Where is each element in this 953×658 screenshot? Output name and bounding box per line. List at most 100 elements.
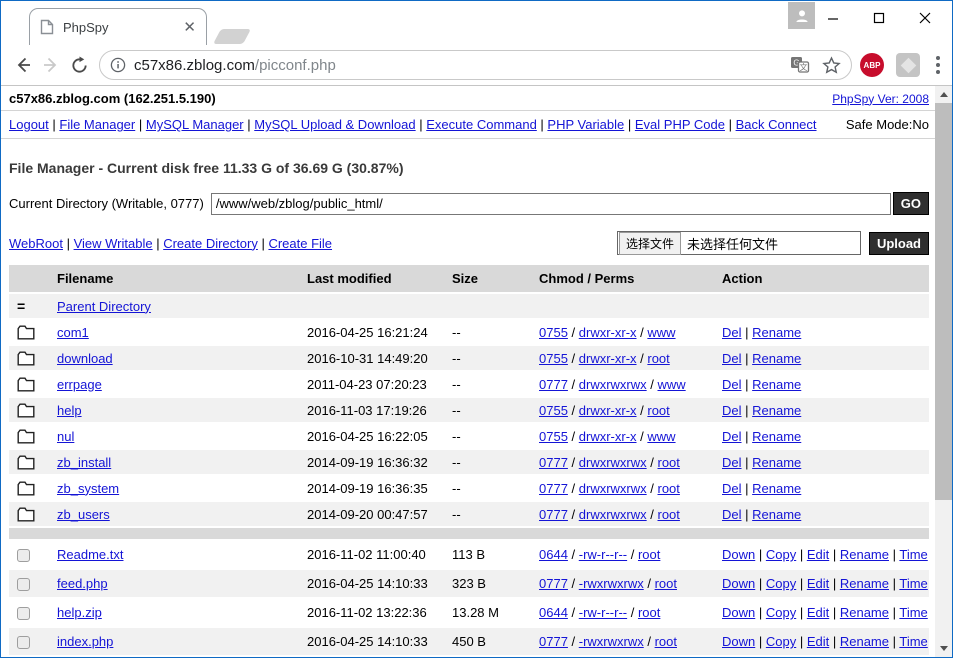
directory-link[interactable]: errpage	[57, 377, 102, 392]
action-link-del[interactable]: Del	[722, 455, 742, 470]
browser-tab[interactable]: PhpSpy ✕	[29, 8, 207, 45]
action-link-rename[interactable]: Rename	[752, 351, 801, 366]
file-link[interactable]: help.zip	[57, 605, 102, 620]
perms-link[interactable]: drwxr-xr-x	[579, 403, 637, 418]
directory-link[interactable]: download	[57, 351, 113, 366]
action-link-rename[interactable]: Rename	[752, 325, 801, 340]
owner-link[interactable]: root	[658, 455, 680, 470]
nav-link-file-manager[interactable]: File Manager	[59, 117, 135, 132]
owner-link[interactable]: www	[658, 377, 686, 392]
file-upload-input[interactable]: 选择文件 未选择任何文件	[617, 231, 861, 255]
scrollbar-thumb[interactable]	[935, 103, 952, 500]
perms-link[interactable]: -rwxrwxrwx	[579, 576, 644, 591]
maximize-button[interactable]	[856, 1, 902, 35]
perms-link[interactable]: drwxrwxrwx	[579, 455, 647, 470]
chmod-link[interactable]: 0777	[539, 481, 568, 496]
owner-link[interactable]: root	[638, 605, 660, 620]
scroll-up-icon[interactable]	[935, 86, 952, 103]
action-link-del[interactable]: Del	[722, 325, 742, 340]
owner-link[interactable]: root	[647, 351, 669, 366]
minimize-button[interactable]	[810, 1, 856, 35]
directory-link[interactable]: com1	[57, 325, 89, 340]
perms-link[interactable]: drwxrwxrwx	[579, 377, 647, 392]
directory-link[interactable]: zb_system	[57, 481, 119, 496]
action-link-down[interactable]: Down	[722, 547, 755, 562]
chmod-link[interactable]: 0644	[539, 547, 568, 562]
action-link-del[interactable]: Del	[722, 507, 742, 522]
owner-link[interactable]: www	[647, 325, 675, 340]
directory-link[interactable]: zb_users	[57, 507, 110, 522]
scroll-down-icon[interactable]	[935, 640, 952, 657]
tool-link-webroot[interactable]: WebRoot	[9, 236, 63, 251]
chmod-link[interactable]: 0777	[539, 634, 568, 649]
action-link-copy[interactable]: Copy	[766, 547, 796, 562]
file-checkbox[interactable]	[17, 578, 30, 591]
back-button[interactable]	[9, 50, 37, 80]
adblock-plus-icon[interactable]: ABP	[860, 53, 884, 77]
file-checkbox[interactable]	[17, 636, 30, 649]
file-checkbox[interactable]	[17, 549, 30, 562]
file-link[interactable]: Readme.txt	[57, 547, 123, 562]
perms-link[interactable]: drwxr-xr-x	[579, 429, 637, 444]
directory-link[interactable]: zb_install	[57, 455, 111, 470]
file-link[interactable]: feed.php	[57, 576, 108, 591]
action-link-del[interactable]: Del	[722, 377, 742, 392]
tool-link-view-writable[interactable]: View Writable	[74, 236, 153, 251]
action-link-down[interactable]: Down	[722, 634, 755, 649]
chmod-link[interactable]: 0755	[539, 325, 568, 340]
phpspy-version-link[interactable]: PhpSpy Ver: 2008	[832, 92, 929, 106]
chmod-link[interactable]: 0777	[539, 507, 568, 522]
action-link-edit[interactable]: Edit	[807, 634, 829, 649]
nav-link-back-connect[interactable]: Back Connect	[736, 117, 817, 132]
action-link-del[interactable]: Del	[722, 429, 742, 444]
action-link-rename[interactable]: Rename	[752, 455, 801, 470]
action-link-rename[interactable]: Rename	[752, 377, 801, 392]
perms-link[interactable]: -rw-r--r--	[579, 605, 627, 620]
chmod-link[interactable]: 0777	[539, 377, 568, 392]
nav-link-execute-command[interactable]: Execute Command	[426, 117, 537, 132]
tool-link-create-file[interactable]: Create File	[268, 236, 332, 251]
chmod-link[interactable]: 0777	[539, 455, 568, 470]
action-link-rename[interactable]: Rename	[840, 547, 889, 562]
refresh-button[interactable]	[65, 50, 93, 80]
action-link-rename[interactable]: Rename	[840, 576, 889, 591]
perms-link[interactable]: drwxrwxrwx	[579, 507, 647, 522]
action-link-copy[interactable]: Copy	[766, 605, 796, 620]
file-link[interactable]: index.php	[57, 634, 113, 649]
upload-button[interactable]: Upload	[869, 232, 929, 255]
directory-link[interactable]: help	[57, 403, 82, 418]
action-link-time[interactable]: Time	[899, 634, 927, 649]
action-link-rename[interactable]: Rename	[752, 481, 801, 496]
vertical-scrollbar[interactable]	[935, 86, 952, 657]
translate-icon[interactable]: G 文	[790, 56, 810, 74]
perms-link[interactable]: drwxrwxrwx	[579, 481, 647, 496]
action-link-copy[interactable]: Copy	[766, 634, 796, 649]
choose-file-button[interactable]: 选择文件	[619, 232, 681, 255]
perms-link[interactable]: -rw-r--r--	[579, 547, 627, 562]
nav-link-logout[interactable]: Logout	[9, 117, 49, 132]
file-checkbox[interactable]	[17, 607, 30, 620]
action-link-del[interactable]: Del	[722, 481, 742, 496]
tab-close-icon[interactable]: ✕	[183, 20, 196, 35]
extension-icon[interactable]	[896, 53, 920, 77]
action-link-time[interactable]: Time	[899, 576, 927, 591]
forward-button[interactable]	[37, 50, 65, 80]
chmod-link[interactable]: 0755	[539, 429, 568, 444]
chmod-link[interactable]: 0755	[539, 403, 568, 418]
action-link-rename[interactable]: Rename	[840, 605, 889, 620]
perms-link[interactable]: drwxr-xr-x	[579, 351, 637, 366]
action-link-del[interactable]: Del	[722, 403, 742, 418]
new-tab-button[interactable]	[213, 29, 251, 44]
action-link-time[interactable]: Time	[899, 605, 927, 620]
action-link-rename[interactable]: Rename	[840, 634, 889, 649]
parent-directory-link[interactable]: Parent Directory	[57, 299, 151, 314]
owner-link[interactable]: www	[647, 429, 675, 444]
current-directory-input[interactable]	[211, 193, 891, 215]
owner-link[interactable]: root	[647, 403, 669, 418]
bookmark-star-icon[interactable]	[822, 56, 841, 75]
action-link-time[interactable]: Time	[899, 547, 927, 562]
browser-menu-button[interactable]	[932, 52, 944, 78]
chmod-link[interactable]: 0755	[539, 351, 568, 366]
action-link-copy[interactable]: Copy	[766, 576, 796, 591]
owner-link[interactable]: root	[655, 634, 677, 649]
